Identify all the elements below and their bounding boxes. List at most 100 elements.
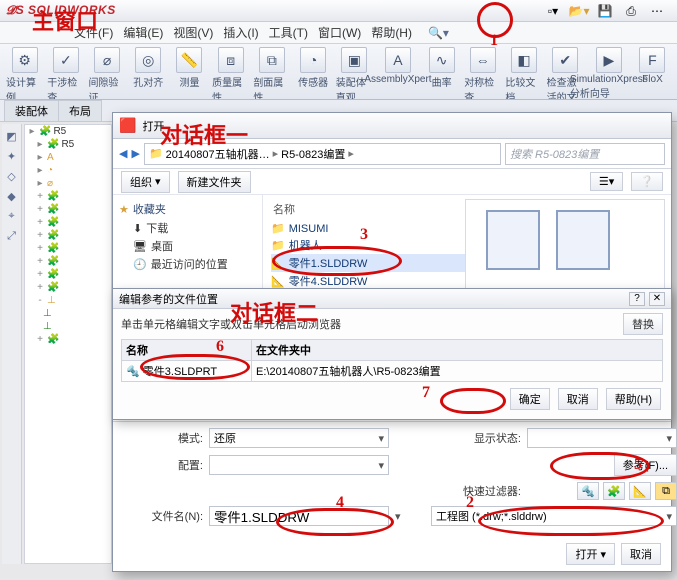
references-table[interactable]: 名称 在文件夹中 🔩 零件3.SLDPRT E:\20140807五轴机器人\R… xyxy=(121,339,663,382)
vt-icon[interactable]: ◩ xyxy=(5,130,19,144)
ribbon-干涉检查[interactable]: ✓干涉检查 xyxy=(47,47,84,100)
qat-open-icon[interactable]: 📂▾ xyxy=(567,2,591,20)
menu-insert[interactable]: 插入(I) xyxy=(219,23,262,42)
nav-downloads[interactable]: ⬇下载 xyxy=(119,219,256,237)
menu-edit[interactable]: 编辑(E) xyxy=(119,23,167,42)
ribbon-传感器[interactable]: ◔传感器 xyxy=(295,47,332,89)
menu-search-icon[interactable]: 🔍▾ xyxy=(424,25,453,41)
menu-file[interactable]: 文件(F) xyxy=(70,23,117,42)
ribbon-icon: ▶ xyxy=(596,47,622,73)
breadcrumb[interactable]: 📁 20140807五轴机器… ▸ R5-0823编置 ▸ xyxy=(144,143,501,165)
app-logo: 𝓓S SOLIDWORKS xyxy=(6,3,116,18)
ribbon-icon: ◔ xyxy=(300,47,326,73)
qat-new-icon[interactable]: ▫▾ xyxy=(541,2,565,20)
config-label: 配置: xyxy=(123,457,203,473)
feature-manager-tree[interactable]: ▸🧩R5 ▸🧩R5 ▸A ▸◔ ▸⌀ +🧩 +🧩 +🧩 +🧩 +🧩 +🧩 +🧩 … xyxy=(24,124,112,564)
ribbon-剖面属性[interactable]: ⧉剖面属性 xyxy=(253,47,290,100)
open-dialog-title: 打开 xyxy=(142,118,164,134)
qat-save-icon[interactable]: 💾 xyxy=(593,2,617,20)
ribbon-label: FloX xyxy=(642,74,663,85)
vt-icon[interactable]: ✦ xyxy=(5,150,19,164)
config-combo[interactable]: ▾ xyxy=(209,455,389,475)
vt-icon[interactable]: ◇ xyxy=(5,170,19,184)
ribbon-icon: A xyxy=(385,47,411,73)
ribbon-icon: ⇔ xyxy=(470,47,496,73)
ribbon-icon: ◧ xyxy=(511,47,537,73)
organize-button[interactable]: 组织▾ xyxy=(121,171,170,193)
cancel-button-2[interactable]: 取消 xyxy=(558,388,598,410)
ribbon-质量属性[interactable]: ⧈质量属性 xyxy=(212,47,249,100)
ok-button[interactable]: 确定 xyxy=(510,388,550,410)
qat-options-icon[interactable]: ⋯ xyxy=(645,2,669,20)
cancel-button[interactable]: 取消 xyxy=(621,543,661,565)
quick-filter-top-icon[interactable]: ⧉ xyxy=(655,482,677,500)
quick-access-toolbar: ▫▾ 📂▾ 💾 ⎙ ⋯ xyxy=(541,2,669,20)
quick-filter-part-icon[interactable]: 🔩 xyxy=(577,482,599,500)
ref-name-cell[interactable]: 🔩 零件3.SLDPRT xyxy=(122,361,252,382)
quick-filter-label: 快速过滤器: xyxy=(431,483,521,499)
vt-icon[interactable]: ◆ xyxy=(5,190,19,204)
edit-references-title: 编辑参考的文件位置 xyxy=(119,291,218,307)
ribbon-FloX[interactable]: FFloX xyxy=(634,47,671,85)
ribbon-对称检查[interactable]: ⇔对称检查 xyxy=(464,47,501,100)
menu-window[interactable]: 窗口(W) xyxy=(314,23,365,42)
tab-layout[interactable]: 布局 xyxy=(58,100,102,121)
ribbon-AssemblyXpert[interactable]: AAssemblyXpert xyxy=(377,47,419,85)
nav-fwd-icon[interactable]: ▶ xyxy=(131,147,139,160)
open-dialog-titlebar: 🟥 打开 xyxy=(113,113,671,139)
menu-help[interactable]: 帮助(H) xyxy=(367,23,416,42)
vt-icon[interactable]: ⤢ xyxy=(5,230,19,244)
nav-favorites-header[interactable]: ★收藏夹 xyxy=(119,201,256,217)
replace-button[interactable]: 替换 xyxy=(623,313,663,335)
ribbon-icon: ✔ xyxy=(552,47,578,73)
ribbon-label: 传感器 xyxy=(298,74,328,89)
ribbon-icon: ∿ xyxy=(429,47,455,73)
display-state-label: 显示状态: xyxy=(431,430,521,446)
open-button[interactable]: 打开 ▾ xyxy=(566,543,615,565)
quick-filter-drw-icon[interactable]: 📐 xyxy=(629,482,651,500)
ribbon-label: 对称检查 xyxy=(464,74,501,100)
menu-tools[interactable]: 工具(T) xyxy=(265,23,312,42)
display-state-combo[interactable]: ▾ xyxy=(527,428,677,448)
ribbon-icon: ✓ xyxy=(53,47,79,73)
tab-assembly[interactable]: 装配体 xyxy=(4,100,59,121)
nav-recent[interactable]: 🕘最近访问的位置 xyxy=(119,255,256,273)
nav-back-icon[interactable]: ◀ xyxy=(119,147,127,160)
help-icon[interactable]: ? xyxy=(629,292,645,306)
ribbon-孔对齐[interactable]: ◎孔对齐 xyxy=(130,47,167,89)
nav-desktop[interactable]: 🖥桌面 xyxy=(119,237,256,255)
folder-icon: 📁 xyxy=(149,147,163,160)
file-type-filter-combo[interactable]: 工程图 (*.drw;*.slddrw)▾ xyxy=(431,506,677,526)
view-mode-icon[interactable]: ☰▾ xyxy=(590,172,623,191)
ribbon-曲率[interactable]: ∿曲率 xyxy=(423,47,460,89)
close-icon[interactable]: ✕ xyxy=(649,292,665,306)
ribbon-SimulationXpress 分析向导[interactable]: ▶SimulationXpress 分析向导 xyxy=(588,47,630,100)
ribbon-icon: ▣ xyxy=(341,47,367,73)
references-button[interactable]: 参考(F)... xyxy=(614,454,677,476)
help-button[interactable]: 帮助(H) xyxy=(606,388,661,410)
search-input[interactable]: 搜索 R5-0823编置 xyxy=(505,143,665,165)
vt-icon[interactable]: ⌖ xyxy=(5,210,19,224)
quick-filter-asm-icon[interactable]: 🧩 xyxy=(603,482,625,500)
qat-print-icon[interactable]: ⎙ xyxy=(619,2,643,20)
edit-references-hint: 单击单元格编辑文字或双击单元格启动浏览器 xyxy=(121,316,341,332)
ribbon-比较文档[interactable]: ◧比较文档 xyxy=(505,47,542,100)
filename-dropdown-icon[interactable]: ▾ xyxy=(395,510,425,523)
mode-combo[interactable]: 还原▾ xyxy=(209,428,389,448)
ribbon-测量[interactable]: 📏测量 xyxy=(171,47,208,89)
ribbon-icon: ⚙ xyxy=(12,47,38,73)
menu-view[interactable]: 视图(V) xyxy=(169,23,217,42)
filename-field[interactable] xyxy=(209,506,389,526)
open-dialog-buttons: 打开 ▾ 取消 xyxy=(566,543,661,565)
mode-label: 模式: xyxy=(123,430,203,446)
help-icon[interactable]: ❔ xyxy=(631,172,663,191)
ref-folder-cell[interactable]: E:\20140807五轴机器人\R5-0823编置 xyxy=(252,361,663,382)
col-name-header[interactable]: 名称 xyxy=(122,340,252,361)
new-folder-button[interactable]: 新建文件夹 xyxy=(178,171,251,193)
col-folder-header[interactable]: 在文件夹中 xyxy=(252,340,663,361)
ribbon-间隙验证[interactable]: ⌀间隙验证 xyxy=(88,47,125,100)
ribbon-label: AssemblyXpert xyxy=(364,74,431,85)
crumb-segment[interactable]: R5-0823编置 xyxy=(281,146,345,162)
crumb-segment[interactable]: 20140807五轴机器… xyxy=(166,146,270,162)
ribbon-设计算例[interactable]: ⚙设计算例 xyxy=(6,47,43,100)
